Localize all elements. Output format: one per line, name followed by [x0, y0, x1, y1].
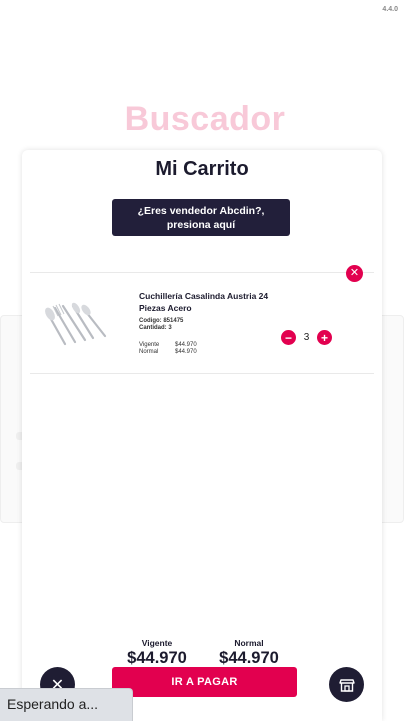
- total-normal: Normal $44.970: [214, 638, 284, 668]
- cart-title: Mi Carrito: [155, 158, 249, 180]
- background-search-title: Buscador: [124, 100, 286, 138]
- quantity-stepper: − 3 +: [281, 330, 332, 345]
- product-name: Cuchillería Casalinda Austria 24 Piezas …: [139, 291, 269, 313]
- current-price-value: $44.970: [175, 342, 197, 348]
- close-icon: ✕: [349, 267, 360, 279]
- decrease-quantity-button[interactable]: −: [281, 330, 296, 345]
- product-code-value: 851475: [163, 318, 184, 324]
- divider: [30, 373, 374, 374]
- total-current-label: Vigente: [141, 638, 173, 648]
- product-code-label: Codigo:: [139, 318, 162, 324]
- go-to-checkout-button[interactable]: IR A PAGAR: [112, 667, 297, 697]
- product-normal-price-row: Normal $44.970: [139, 349, 197, 355]
- product-quantity-info: Cantidad: 3: [139, 325, 172, 332]
- normal-price-value: $44.970: [175, 349, 197, 355]
- quantity-value: 3: [303, 332, 310, 343]
- product-image: [39, 298, 113, 350]
- product-quantity-label: Cantidad:: [139, 325, 167, 331]
- remove-item-button[interactable]: ✕: [346, 265, 363, 282]
- cutlery-icon: [45, 302, 107, 346]
- product-current-price-row: Vigente $44.970: [139, 342, 197, 348]
- cart-modal: Mi Carrito ¿Eres vendedor Abcdin?, presi…: [22, 150, 382, 721]
- total-current: Vigente $44.970: [122, 638, 192, 668]
- browser-status-bar: Esperando a...: [0, 688, 133, 721]
- total-normal-value: $44.970: [219, 649, 279, 667]
- store-button[interactable]: [329, 667, 364, 702]
- normal-price-label: Normal: [139, 349, 159, 355]
- total-normal-label: Normal: [234, 638, 264, 648]
- total-current-value: $44.970: [127, 649, 187, 667]
- seller-login-button[interactable]: ¿Eres vendedor Abcdin?, presiona aquí: [112, 199, 290, 236]
- divider: [30, 272, 374, 273]
- product-code: Codigo: 851475: [139, 318, 183, 325]
- minus-icon: −: [284, 330, 292, 345]
- store-icon: [338, 678, 355, 692]
- product-quantity-value: 3: [168, 325, 172, 331]
- plus-icon: +: [320, 330, 328, 345]
- current-price-label: Vigente: [139, 342, 160, 348]
- app-version: 4.4.0: [382, 6, 398, 13]
- increase-quantity-button[interactable]: +: [317, 330, 332, 345]
